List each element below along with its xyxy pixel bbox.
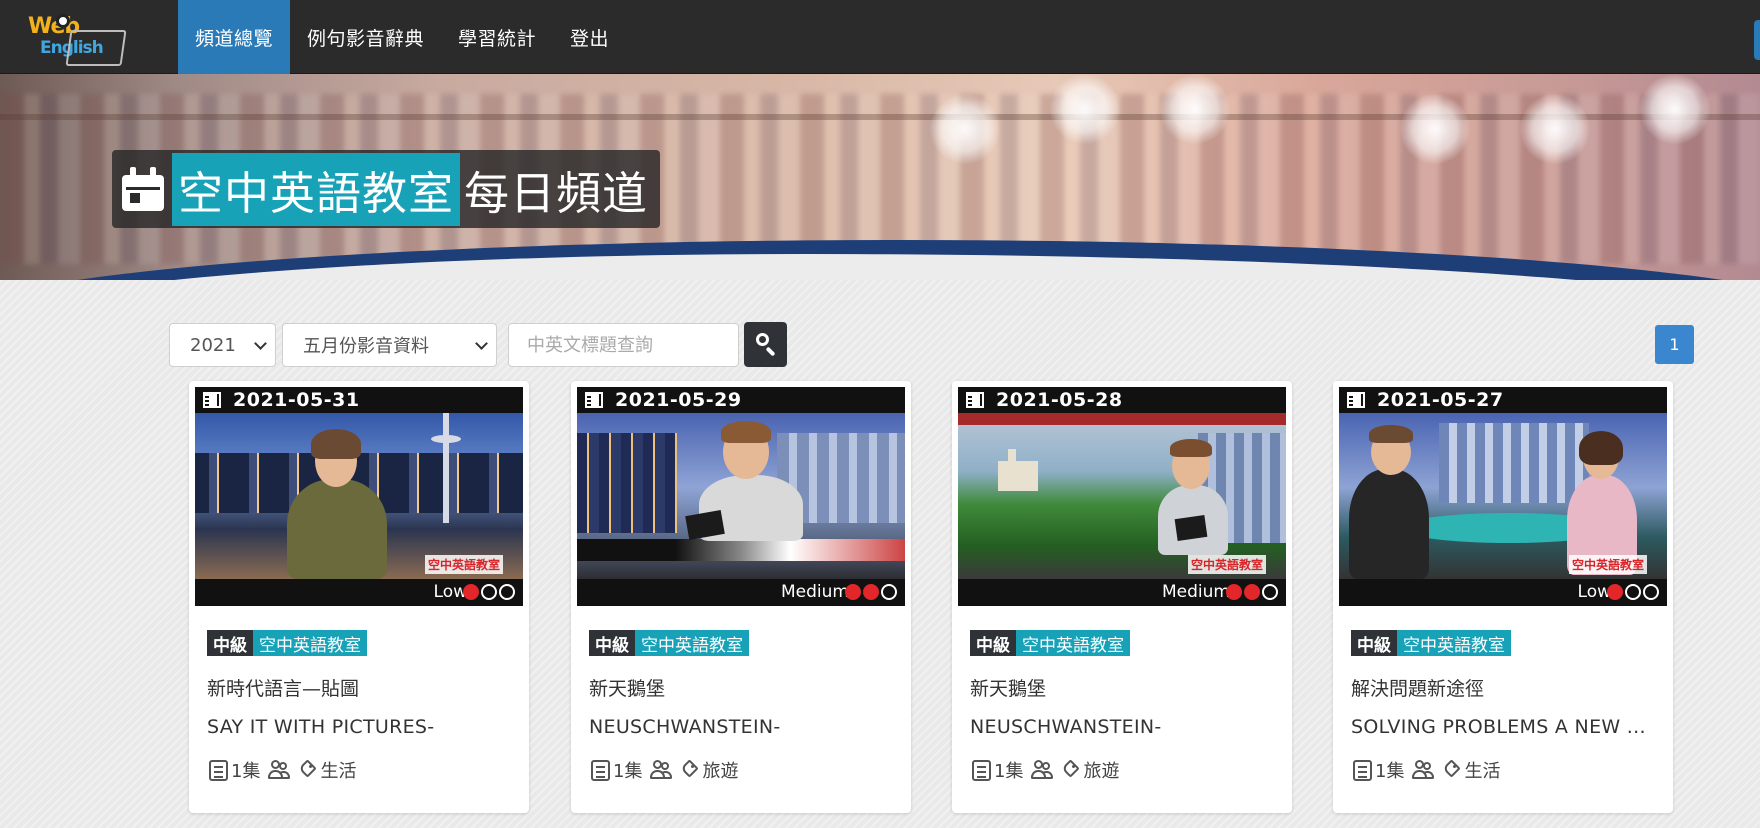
channel-badge: 空中英語教室 (1016, 630, 1130, 656)
level-badge: 中級 (1351, 630, 1397, 656)
top-navbar: Web English 頻道總覽 例句影音辭典 學習統計 登出 (0, 0, 1760, 74)
level-badge: 中級 (589, 630, 635, 656)
nav-menu: 頻道總覽 例句影音辭典 學習統計 登出 (178, 0, 626, 74)
video-title-zh[interactable]: 新天鵝堡 (970, 674, 1046, 701)
channel-watermark: 空中英語教室 (1568, 555, 1647, 574)
episode-count: 1集 (613, 761, 643, 782)
film-icon (966, 392, 984, 408)
channel-watermark: 空中英語教室 (1187, 555, 1266, 574)
nav-item-example-dictionary[interactable]: 例句影音辭典 (290, 0, 441, 74)
level-badge: 中級 (970, 630, 1016, 656)
video-card[interactable]: 2021-05-29 Medium 中級 空中英語教室 新天鵝堡 NEUSCHW… (571, 381, 911, 813)
video-title-en[interactable]: NEUSCHWANSTEIN- (970, 716, 1280, 738)
nav-item-logout[interactable]: 登出 (553, 0, 626, 74)
channel-watermark: 空中英語教室 (424, 555, 503, 574)
video-date: 2021-05-27 (1377, 389, 1504, 411)
channel-badge: 空中英語教室 (253, 630, 367, 656)
episode-list-icon (209, 759, 228, 781)
users-icon (1412, 759, 1435, 781)
video-thumbnail[interactable]: 空中英語教室 2021-05-28 Medium (958, 387, 1286, 606)
film-icon (1347, 392, 1365, 408)
difficulty-label: Medium (1162, 582, 1230, 602)
chevron-down-icon (475, 337, 488, 350)
channel-title-highlight: 空中英語教室 (172, 152, 461, 226)
category-label: 生活 (320, 761, 357, 782)
tag-icon (680, 759, 700, 780)
category-label: 旅遊 (702, 761, 739, 782)
users-icon (1031, 759, 1054, 781)
episode-count: 1集 (994, 761, 1024, 782)
channel-badge: 空中英語教室 (1397, 630, 1511, 656)
video-title-zh[interactable]: 解決問題新途徑 (1351, 674, 1484, 701)
video-thumbnail[interactable]: 空中英語教室 2021-05-31 Low (195, 387, 523, 606)
pagination-page-1[interactable]: 1 (1655, 325, 1694, 364)
episode-count: 1集 (1375, 761, 1405, 782)
channel-banner: 空中英語教室 每日頻道 (0, 74, 1760, 280)
video-date: 2021-05-29 (615, 389, 742, 411)
month-select[interactable]: 五月份影音資料 (282, 323, 497, 367)
nav-edge-button[interactable] (1754, 20, 1760, 60)
video-thumbnail[interactable]: 空中英語教室 2021-05-27 Low (1339, 387, 1667, 606)
nav-item-channel-overview[interactable]: 頻道總覽 (178, 0, 291, 74)
episode-list-icon (591, 759, 610, 781)
calendar-icon (122, 167, 164, 211)
episode-list-icon (1353, 759, 1372, 781)
video-title-zh[interactable]: 新時代語言—貼圖 (207, 674, 359, 701)
users-icon (650, 759, 673, 781)
search-icon (756, 333, 769, 346)
channel-title: 空中英語教室 每日頻道 (112, 150, 661, 228)
year-select[interactable]: 2021 (169, 323, 276, 367)
video-date: 2021-05-31 (233, 389, 360, 411)
chevron-down-icon (254, 337, 267, 350)
webenglish-logo[interactable]: Web English (26, 8, 127, 66)
title-search-input[interactable] (508, 323, 739, 367)
video-title-en[interactable]: SOLVING PROBLEMS A NEW ... (1351, 716, 1661, 738)
difficulty-dots (463, 584, 515, 600)
level-badge: 中級 (207, 630, 253, 656)
category-label: 生活 (1464, 761, 1501, 782)
tag-icon (1442, 759, 1462, 780)
video-card[interactable]: 空中英語教室 2021-05-31 Low 中級 空中英語教室 新時代語言—貼圖… (189, 381, 529, 813)
difficulty-dots (1607, 584, 1659, 600)
video-title-en[interactable]: SAY IT WITH PICTURES- (207, 716, 517, 738)
video-date: 2021-05-28 (996, 389, 1123, 411)
film-icon (203, 392, 221, 408)
category-label: 旅遊 (1083, 761, 1120, 782)
channel-title-rest: 每日頻道 (464, 166, 649, 220)
nav-item-learning-stats[interactable]: 學習統計 (441, 0, 553, 74)
difficulty-dots (1226, 584, 1278, 600)
video-title-zh[interactable]: 新天鵝堡 (589, 674, 665, 701)
tag-icon (298, 759, 318, 780)
users-icon (268, 759, 291, 781)
video-thumbnail[interactable]: 2021-05-29 Medium (577, 387, 905, 606)
difficulty-label: Low (433, 582, 467, 602)
difficulty-label: Low (1577, 582, 1611, 602)
tag-icon (1061, 759, 1081, 780)
episode-list-icon (972, 759, 991, 781)
video-title-en[interactable]: NEUSCHWANSTEIN- (589, 716, 899, 738)
search-button[interactable] (744, 322, 787, 367)
difficulty-label: Medium (781, 582, 849, 602)
film-icon (585, 392, 603, 408)
episode-count: 1集 (231, 761, 261, 782)
video-card[interactable]: 空中英語教室 2021-05-27 Low 中級 空中英語教室 解決問題新途徑 … (1333, 381, 1673, 813)
video-card[interactable]: 空中英語教室 2021-05-28 Medium 中級 空中英語教室 新天鵝堡 … (952, 381, 1292, 813)
difficulty-dots (845, 584, 897, 600)
channel-badge: 空中英語教室 (635, 630, 749, 656)
